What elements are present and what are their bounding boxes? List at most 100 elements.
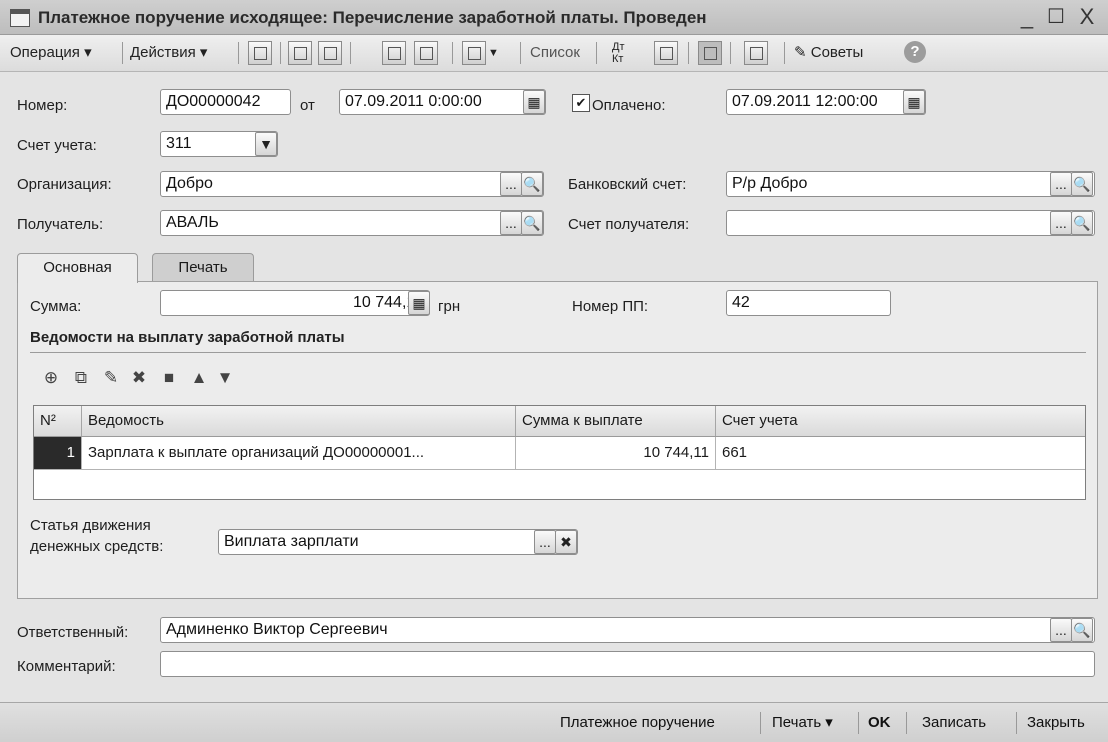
responsible-label: Ответственный: bbox=[17, 624, 129, 641]
footer-separator bbox=[906, 712, 907, 734]
comment-field[interactable] bbox=[160, 651, 1095, 677]
move-up-icon[interactable]: ▲ bbox=[188, 367, 210, 389]
recipient-search-icon[interactable]: 🔍 bbox=[521, 211, 543, 235]
bank-account-select-button[interactable]: ... bbox=[1050, 172, 1072, 196]
payment-order-button[interactable]: Платежное поручение bbox=[560, 711, 715, 735]
close-button[interactable]: Закрыть bbox=[1027, 711, 1085, 735]
column-header-number[interactable]: N² bbox=[34, 406, 82, 436]
post-icon[interactable] bbox=[382, 41, 406, 65]
window-title: Платежное поручение исходящее: Перечисле… bbox=[38, 8, 707, 27]
toolbar-separator bbox=[238, 42, 239, 64]
recipient-field[interactable]: АВАЛЬ bbox=[160, 210, 544, 236]
toolbar-separator bbox=[122, 42, 123, 64]
currency-label: грн bbox=[438, 298, 461, 315]
footer-separator bbox=[1016, 712, 1017, 734]
paid-checkbox[interactable]: ✔ bbox=[572, 94, 590, 112]
edit-row-icon[interactable]: ✎ bbox=[100, 367, 122, 389]
calculator-icon[interactable]: ▦ bbox=[408, 291, 430, 315]
organization-field[interactable]: Добро bbox=[160, 171, 544, 197]
recipient-account-field[interactable] bbox=[726, 210, 1095, 236]
toolbar: Операция ▾ Действия ▾ ▼ Список Дт Кт ✎ Со… bbox=[0, 35, 1108, 72]
table-row[interactable]: 1 Зарплата к выплате организаций ДО00000… bbox=[34, 437, 1085, 470]
comment-label: Комментарий: bbox=[17, 658, 116, 675]
cashflow-clear-icon[interactable]: ✖ bbox=[555, 530, 577, 554]
organization-select-button[interactable]: ... bbox=[500, 172, 522, 196]
cashflow-field[interactable]: Виплата зарплати bbox=[218, 529, 578, 555]
recipient-select-button[interactable]: ... bbox=[500, 211, 522, 235]
toolbar-separator bbox=[520, 42, 521, 64]
paid-label: Оплачено: bbox=[592, 97, 666, 114]
account-label: Счет учета: bbox=[17, 137, 97, 154]
save-button[interactable]: Записать bbox=[922, 711, 986, 735]
unpost-icon[interactable] bbox=[414, 41, 438, 65]
title-bar: Платежное поручение исходящее: Перечисле… bbox=[0, 0, 1108, 35]
move-down-icon[interactable]: ▼ bbox=[214, 367, 236, 389]
from-label: от bbox=[300, 97, 315, 114]
cashflow-select-button[interactable]: ... bbox=[534, 530, 556, 554]
window-icon bbox=[10, 9, 30, 27]
toolbar-separator bbox=[452, 42, 453, 64]
date-field[interactable]: 07.09.2011 0:00:00 bbox=[339, 89, 546, 115]
report-icon[interactable] bbox=[654, 41, 678, 65]
tab-print[interactable]: Печать bbox=[152, 253, 254, 282]
end-edit-icon[interactable]: ■ bbox=[158, 367, 180, 389]
footer-bar: Платежное поручение Печать ▾ OK Записать… bbox=[0, 702, 1108, 742]
refresh-icon[interactable] bbox=[288, 41, 312, 65]
toolbar-separator bbox=[730, 42, 731, 64]
text-format-icon[interactable] bbox=[698, 41, 722, 65]
responsible-search-icon[interactable]: 🔍 bbox=[1071, 618, 1093, 642]
copy-row-icon[interactable]: ⧉ bbox=[70, 367, 92, 389]
print-menu-button[interactable]: Печать ▾ bbox=[772, 711, 833, 735]
movements-icon[interactable]: Дт Кт bbox=[612, 41, 625, 65]
actions-menu[interactable]: Действия ▾ bbox=[130, 41, 207, 65]
bank-account-search-icon[interactable]: 🔍 bbox=[1071, 172, 1093, 196]
post-and-close-icon[interactable] bbox=[248, 41, 272, 65]
recipient-account-search-icon[interactable]: 🔍 bbox=[1071, 211, 1093, 235]
tab-main[interactable]: Основная bbox=[17, 253, 138, 283]
recipient-account-select-button[interactable]: ... bbox=[1050, 211, 1072, 235]
list-button[interactable]: Список bbox=[530, 41, 580, 65]
minimize-button[interactable]: _ bbox=[1014, 4, 1040, 30]
delete-row-icon[interactable]: ✖ bbox=[128, 367, 150, 389]
responsible-field[interactable]: Админенко Виктор Сергеевич bbox=[160, 617, 1095, 643]
toolbar-separator bbox=[350, 42, 351, 64]
number-field[interactable]: ДО00000042 bbox=[160, 89, 291, 115]
column-header-account[interactable]: Счет учета bbox=[716, 406, 1085, 436]
tips-icon: ✎ bbox=[794, 44, 807, 61]
table-header: N² Ведомость Сумма к выплате Счет учета bbox=[34, 406, 1085, 437]
toolbar-separator bbox=[688, 42, 689, 64]
ok-button[interactable]: OK bbox=[868, 711, 891, 735]
tips-button[interactable]: ✎ Советы bbox=[794, 41, 863, 65]
operation-menu[interactable]: Операция ▾ bbox=[10, 41, 92, 65]
dropdown-arrow-icon[interactable]: ▼ bbox=[488, 41, 499, 65]
footer-separator bbox=[858, 712, 859, 734]
cashflow-label-line2: денежных средств: bbox=[30, 538, 164, 555]
bank-account-field[interactable]: Р/р Добро bbox=[726, 171, 1095, 197]
organization-search-icon[interactable]: 🔍 bbox=[521, 172, 543, 196]
toolbar-separator bbox=[280, 42, 281, 64]
copy-icon[interactable] bbox=[318, 41, 342, 65]
statements-table[interactable]: N² Ведомость Сумма к выплате Счет учета … bbox=[33, 405, 1086, 500]
row-account: 661 bbox=[722, 444, 748, 461]
sum-field[interactable]: 10 744,11 bbox=[160, 290, 430, 316]
row-statement: Зарплата к выплате организаций ДО0000000… bbox=[82, 437, 516, 469]
responsible-select-button[interactable]: ... bbox=[1050, 618, 1072, 642]
column-header-amount[interactable]: Сумма к выплате bbox=[516, 406, 716, 436]
section-divider bbox=[30, 352, 1086, 353]
help-icon[interactable]: ? bbox=[904, 41, 926, 63]
pp-number-field[interactable]: 42 bbox=[726, 290, 891, 316]
recipient-account-label: Счет получателя: bbox=[568, 216, 690, 233]
row-number: 1 bbox=[34, 437, 82, 469]
statements-section-title: Ведомости на выплату заработной платы bbox=[30, 329, 345, 346]
structure-icon[interactable] bbox=[744, 41, 768, 65]
number-label: Номер: bbox=[17, 97, 68, 114]
maximize-button[interactable]: ☐ bbox=[1043, 4, 1069, 30]
paid-date-field[interactable]: 07.09.2011 12:00:00 bbox=[726, 89, 926, 115]
paid-calendar-icon[interactable]: ▦ bbox=[903, 90, 925, 114]
add-row-icon[interactable]: ⊕ bbox=[40, 367, 62, 389]
calendar-icon[interactable]: ▦ bbox=[523, 90, 545, 114]
close-window-button[interactable]: X bbox=[1074, 4, 1100, 30]
account-dropdown-icon[interactable]: ▼ bbox=[255, 132, 277, 156]
based-on-icon[interactable] bbox=[462, 41, 486, 65]
column-header-statement[interactable]: Ведомость bbox=[82, 406, 516, 436]
